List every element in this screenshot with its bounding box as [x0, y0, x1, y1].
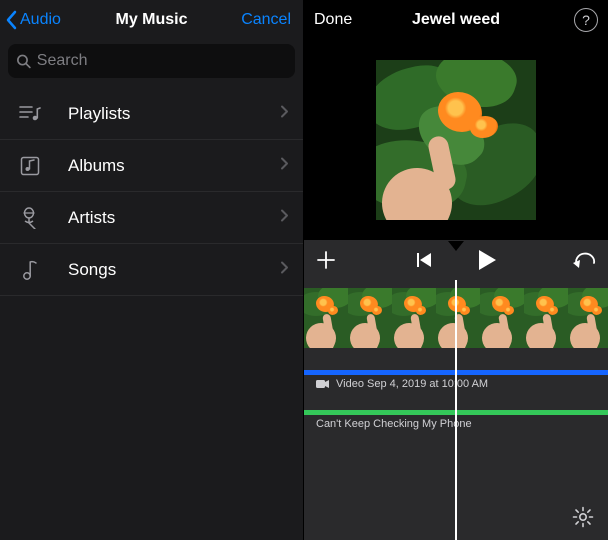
project-title: Jewel weed [412, 11, 500, 29]
row-artists[interactable]: Artists [0, 192, 303, 244]
thumbnail [392, 288, 436, 348]
video-thumbnail-strip[interactable] [304, 288, 608, 348]
thumbnail [436, 288, 480, 348]
skip-previous-icon [415, 251, 433, 269]
playhead-indicator-icon [448, 238, 464, 256]
undo-button[interactable] [572, 240, 596, 280]
cancel-button[interactable]: Cancel [241, 0, 291, 40]
row-label: Songs [68, 260, 116, 280]
thumbnail [304, 288, 348, 348]
add-media-button[interactable] [316, 240, 336, 280]
chevron-right-icon [280, 208, 289, 227]
play-button[interactable] [477, 249, 497, 271]
music-library-pane: Audio My Music Cancel [0, 0, 304, 540]
video-clip-label: Video Sep 4, 2019 at 10:00 AM [336, 378, 488, 390]
video-clip-track[interactable] [304, 370, 608, 375]
editor-header: Done Jewel weed ? [304, 0, 608, 40]
done-button[interactable]: Done [314, 0, 352, 40]
thumbnail [568, 288, 608, 348]
video-preview[interactable] [376, 60, 536, 220]
gear-icon [572, 506, 594, 528]
row-songs[interactable]: Songs [0, 244, 303, 296]
thumbnail [524, 288, 568, 348]
search-icon [16, 53, 31, 69]
video-clip-label-row: Video Sep 4, 2019 at 10:00 AM [316, 378, 488, 390]
library-title: My Music [115, 11, 187, 29]
chevron-right-icon [280, 156, 289, 175]
play-icon [477, 249, 497, 271]
chevron-left-icon [6, 10, 18, 30]
library-header: Audio My Music Cancel [0, 0, 303, 40]
songs-icon [18, 259, 42, 281]
albums-icon [18, 156, 42, 176]
video-camera-icon [316, 379, 330, 389]
search-container [0, 40, 303, 88]
chevron-right-icon [280, 260, 289, 279]
search-input[interactable] [37, 52, 287, 70]
artists-icon [18, 207, 42, 229]
plus-icon [316, 250, 336, 270]
thumbnail [480, 288, 524, 348]
row-label: Playlists [68, 104, 130, 124]
search-box[interactable] [8, 44, 295, 78]
editor-pane: Done Jewel weed ? [304, 0, 608, 540]
library-list: Playlists Albums [0, 88, 303, 296]
chevron-right-icon [280, 104, 289, 123]
undo-icon [572, 251, 596, 269]
row-albums[interactable]: Albums [0, 140, 303, 192]
transport-bar [304, 240, 608, 280]
settings-button[interactable] [570, 504, 596, 530]
back-button[interactable]: Audio [6, 0, 61, 40]
audio-clip-label: Can't Keep Checking My Phone [316, 418, 472, 430]
playlists-icon [18, 105, 42, 123]
video-preview-area [304, 40, 608, 240]
audio-clip-track[interactable] [304, 410, 608, 415]
row-playlists[interactable]: Playlists [0, 88, 303, 140]
thumbnail [348, 288, 392, 348]
row-label: Albums [68, 156, 125, 176]
help-button[interactable]: ? [574, 8, 598, 32]
skip-start-button[interactable] [415, 251, 433, 269]
timeline[interactable]: Video Sep 4, 2019 at 10:00 AM Can't Keep… [304, 280, 608, 540]
back-label: Audio [20, 11, 61, 29]
row-label: Artists [68, 208, 115, 228]
